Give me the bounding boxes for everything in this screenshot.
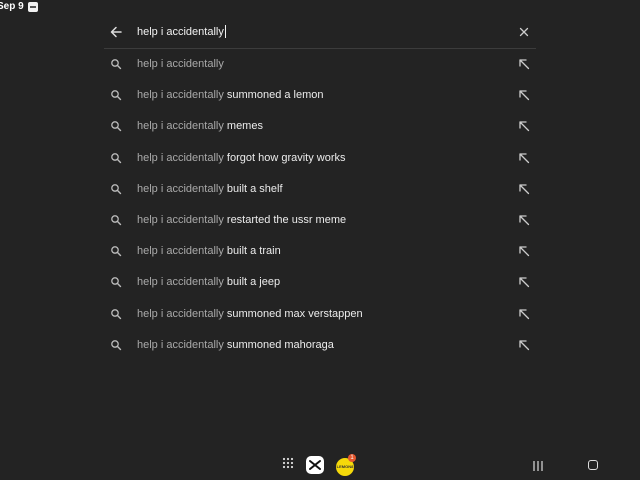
capcut-logo-icon: [309, 460, 321, 470]
fill-query-arrow-icon[interactable]: [517, 213, 531, 227]
suggestion-completion: summoned a lemon: [223, 89, 324, 102]
capcut-app-icon[interactable]: [306, 456, 324, 474]
suggestion-item[interactable]: help i accidentally: [104, 49, 536, 80]
fill-query-arrow-icon[interactable]: [517, 88, 531, 102]
app-label: LEMON8: [336, 464, 354, 469]
search-icon: [111, 121, 122, 132]
suggestion-completion: restarted the ussr meme: [223, 213, 347, 226]
suggestion-item[interactable]: help i accidentally summoned mahoraga: [104, 330, 536, 361]
app-drawer-icon[interactable]: [281, 456, 295, 470]
suggestion-completion: summoned max verstappen: [223, 307, 363, 320]
suggestion-completion: built a shelf: [223, 182, 283, 195]
search-icon: [111, 308, 122, 319]
lemon8-app-icon[interactable]: LEMON8 1: [336, 454, 356, 476]
fill-query-arrow-icon[interactable]: [517, 182, 531, 196]
suggestion-prefix: help i accidentally: [137, 120, 224, 133]
search-icon: [111, 152, 122, 163]
fill-query-arrow-icon[interactable]: [517, 275, 531, 289]
suggestion-text: help i accidentally: [137, 58, 224, 70]
suggestion-text: help i accidentally summoned a lemon: [137, 89, 324, 101]
suggestion-prefix: help i accidentally: [137, 307, 224, 320]
suggestion-prefix: help i accidentally: [137, 182, 224, 195]
search-query-text: help i accidentally: [137, 25, 224, 38]
suggestion-item[interactable]: help i accidentally built a train: [104, 236, 536, 267]
fill-query-arrow-icon[interactable]: [517, 57, 531, 71]
search-icon: [111, 215, 122, 226]
fill-query-arrow-icon[interactable]: [517, 119, 531, 133]
home-icon[interactable]: [588, 460, 598, 470]
status-date: Sep 9: [0, 1, 24, 12]
suggestion-text: help i accidentally built a jeep: [137, 276, 280, 288]
suggestion-prefix: help i accidentally: [137, 151, 224, 164]
suggestion-prefix: help i accidentally: [137, 58, 224, 70]
suggestion-text: help i accidentally memes: [137, 120, 263, 132]
suggestion-completion: built a train: [223, 245, 281, 258]
suggestion-item[interactable]: help i accidentally built a shelf: [104, 174, 536, 205]
suggestion-completion: built a jeep: [223, 276, 281, 289]
suggestion-text: help i accidentally built a shelf: [137, 183, 283, 195]
fill-query-arrow-icon[interactable]: [517, 151, 531, 165]
suggestion-item[interactable]: help i accidentally summoned max verstap…: [104, 299, 536, 330]
suggestion-text: help i accidentally built a train: [137, 245, 281, 257]
search-icon: [111, 59, 122, 70]
notification-icon: [28, 2, 38, 12]
notification-badge: 1: [348, 454, 356, 462]
arrow-left-icon[interactable]: [108, 24, 124, 40]
recents-icon[interactable]: [532, 461, 544, 471]
suggestion-text: help i accidentally restarted the ussr m…: [137, 214, 346, 226]
search-input[interactable]: help i accidentally: [137, 25, 226, 38]
search-icon: [111, 90, 122, 101]
fill-query-arrow-icon[interactable]: [517, 244, 531, 258]
suggestion-item[interactable]: help i accidentally restarted the ussr m…: [104, 205, 536, 236]
close-icon[interactable]: [516, 24, 532, 40]
suggestion-item[interactable]: help i accidentally summoned a lemon: [104, 80, 536, 111]
suggestion-text: help i accidentally forgot how gravity w…: [137, 152, 346, 164]
suggestion-completion: summoned mahoraga: [223, 338, 334, 351]
navigation-dock: LEMON8 1: [0, 452, 640, 480]
search-bar: help i accidentally: [104, 16, 536, 49]
suggestion-list: help i accidentally help i accidentally s…: [104, 49, 536, 361]
suggestion-item[interactable]: help i accidentally forgot how gravity w…: [104, 143, 536, 174]
suggestion-text: help i accidentally summoned max verstap…: [137, 308, 363, 320]
status-bar: Sep 9: [0, 0, 640, 16]
suggestion-prefix: help i accidentally: [137, 89, 224, 102]
text-cursor: [224, 25, 226, 38]
suggestion-prefix: help i accidentally: [137, 213, 224, 226]
search-icon: [111, 277, 122, 288]
suggestion-completion: forgot how gravity works: [223, 151, 346, 164]
fill-query-arrow-icon[interactable]: [517, 307, 531, 321]
search-icon: [111, 183, 122, 194]
suggestion-prefix: help i accidentally: [137, 276, 224, 289]
search-icon: [111, 339, 122, 350]
suggestion-item[interactable]: help i accidentally memes: [104, 111, 536, 142]
suggestion-completion: memes: [223, 120, 263, 133]
suggestion-item[interactable]: help i accidentally built a jeep: [104, 267, 536, 298]
suggestion-prefix: help i accidentally: [137, 338, 224, 351]
suggestion-text: help i accidentally summoned mahoraga: [137, 339, 334, 351]
suggestion-prefix: help i accidentally: [137, 245, 224, 258]
search-icon: [111, 246, 122, 257]
fill-query-arrow-icon[interactable]: [517, 338, 531, 352]
